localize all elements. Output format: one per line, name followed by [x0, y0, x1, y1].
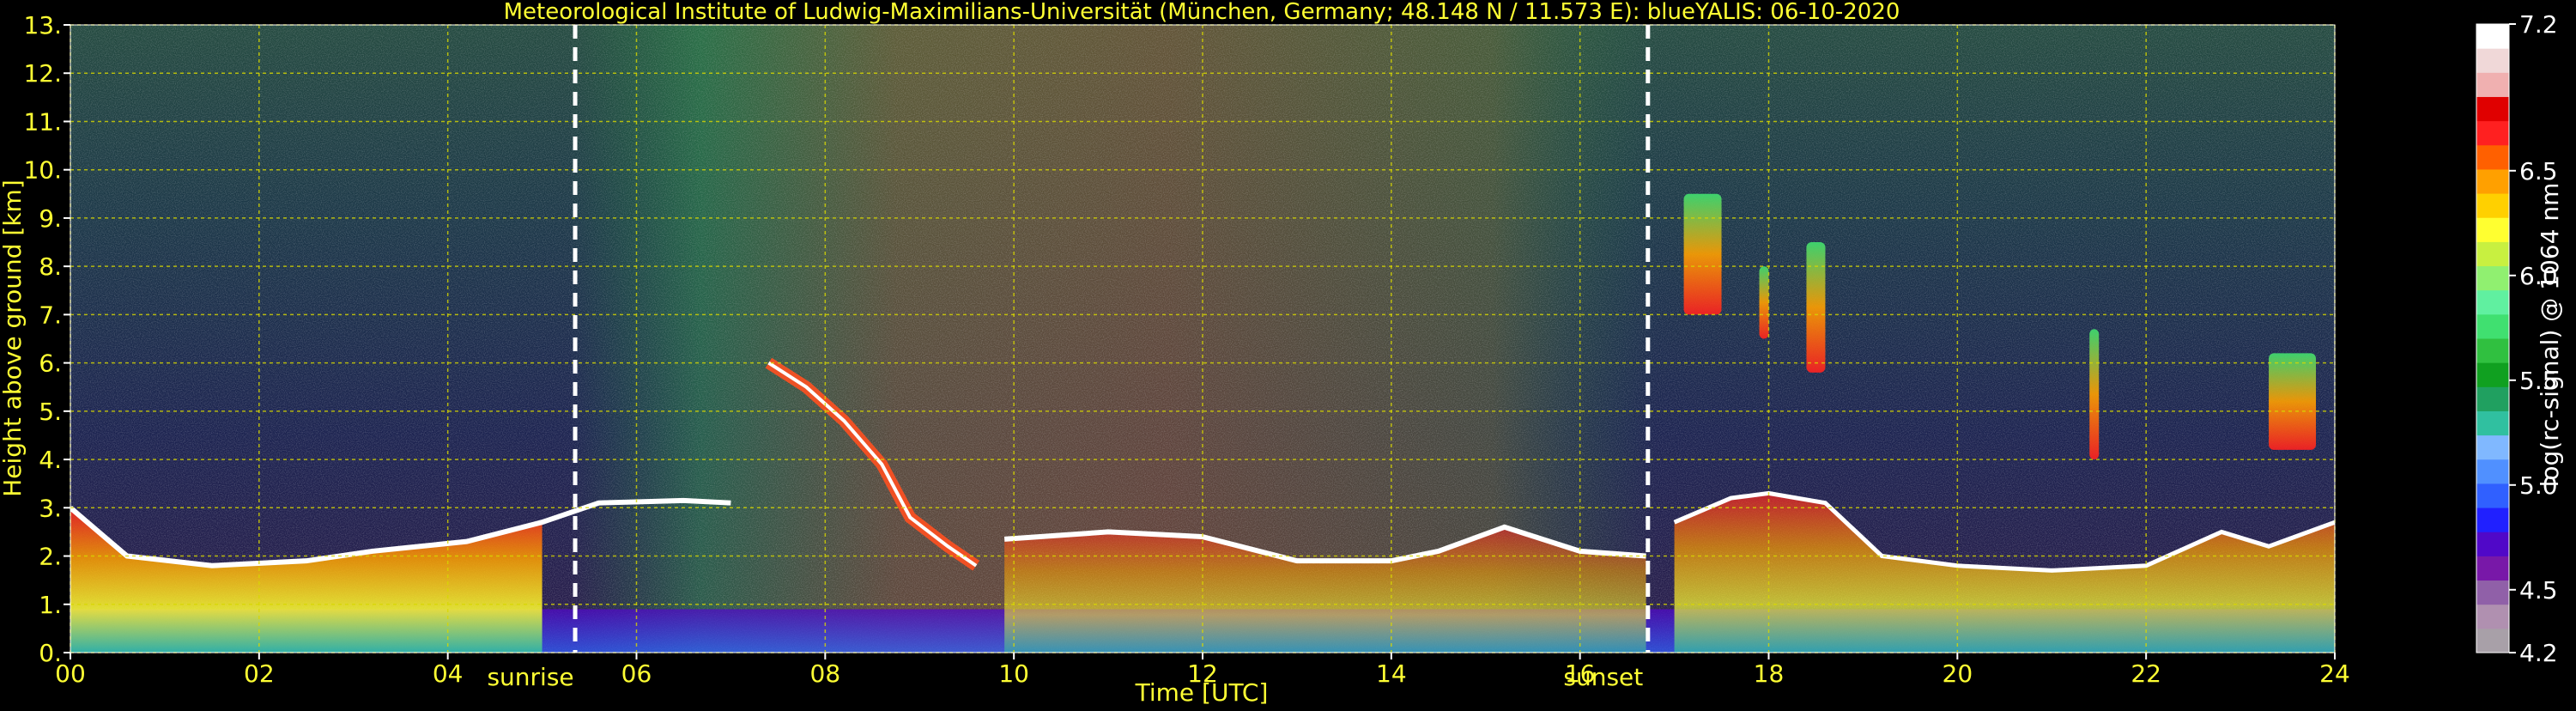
x-tick-label: 04 [433, 659, 464, 688]
colorbar-segment [2476, 265, 2509, 291]
colorbar-segment [2476, 72, 2509, 97]
plot-area [70, 25, 2335, 653]
x-axis-label: Time [UTC] [1135, 678, 1269, 707]
chart-title: Meteorological Institute of Ludwig-Maxim… [504, 0, 1900, 25]
x-tick-label: 22 [2131, 659, 2161, 688]
y-tick-label: 7. [39, 301, 62, 329]
colorbar-tick-label: 4.5 [2519, 576, 2558, 605]
colorbar-tick-label: 7.2 [2519, 10, 2558, 39]
colorbar-segment [2476, 48, 2509, 73]
colorbar-segment [2476, 628, 2509, 653]
x-tick-label: 06 [621, 659, 652, 688]
colorbar-segment [2476, 313, 2509, 339]
colorbar-segment [2476, 144, 2509, 170]
lidar-chart: sunrise sunset 00 02 04 06 08 10 12 14 16 18 20 22 24… [0, 0, 2576, 708]
colorbar-segment [2476, 193, 2509, 218]
upper-cloud-2 [1806, 242, 1826, 373]
x-tick-label: 24 [2319, 659, 2350, 688]
event-label-sunrise: sunrise [487, 663, 573, 691]
y-tick-label: 3. [39, 494, 62, 522]
colorbar-segment [2476, 120, 2509, 146]
colorbar-segment [2476, 96, 2509, 122]
colorbar-segment [2476, 580, 2509, 605]
x-tick-label: 20 [1943, 659, 1973, 688]
x-tick-label: 10 [998, 659, 1029, 688]
colorbar-segment [2476, 168, 2509, 194]
colorbar-segment [2476, 241, 2509, 267]
y-tick-label: 12. [23, 59, 62, 88]
colorbar-segment [2476, 556, 2509, 581]
y-axis-label: Height above ground [km] [0, 179, 27, 497]
colorbar-segment [2476, 217, 2509, 242]
colorbar-segment [2476, 410, 2509, 436]
colorbar-segment [2476, 604, 2509, 629]
y-tick-label: 9. [39, 204, 62, 233]
colorbar-segment [2476, 289, 2509, 315]
x-tick-label: 08 [810, 659, 841, 688]
y-tick-label: 5. [39, 398, 62, 426]
y-tick-label: 13. [23, 11, 62, 40]
upper-cloud-1 [1759, 266, 1769, 339]
x-tick-label: 02 [244, 659, 275, 688]
x-tick-label: 14 [1376, 659, 1407, 688]
colorbar-segment [2476, 483, 2509, 508]
colorbar-segment [2476, 459, 2509, 484]
chart-svg: sunrise sunset 00 02 04 06 08 10 12 14 16 18 20 22 24… [0, 0, 2564, 707]
colorbar-segment [2476, 362, 2509, 387]
y-tick-label: 8. [39, 252, 62, 281]
y-tick-label: 10. [23, 156, 62, 185]
upper-cloud-0 [1683, 193, 1722, 315]
y-tick-label: 1. [39, 591, 62, 619]
colorbar-segment [2476, 386, 2509, 411]
y-tick-label: 6. [39, 349, 62, 378]
upper-cloud-3 [2089, 329, 2100, 460]
x-tick-label: 18 [1754, 659, 1785, 688]
x-tick-label: 16 [1565, 659, 1596, 688]
colorbar-tick-label: 4.2 [2519, 639, 2558, 667]
colorbar-tick-label: 6.5 [2519, 157, 2558, 185]
colorbar-label: log(rc-signal) @ 1064 nm [2536, 183, 2564, 488]
y-tick-label: 11. [23, 107, 62, 136]
y-tick-label: 0. [39, 639, 62, 667]
colorbar-segment [2476, 532, 2509, 556]
y-tick-label: 2. [39, 543, 62, 571]
upper-cloud-4 [2269, 353, 2317, 450]
colorbar-segment [2476, 434, 2509, 460]
y-tick-label: 4. [39, 446, 62, 474]
colorbar-segment [2476, 338, 2509, 363]
colorbar-segment [2476, 24, 2509, 49]
colorbar-segment [2476, 507, 2509, 532]
